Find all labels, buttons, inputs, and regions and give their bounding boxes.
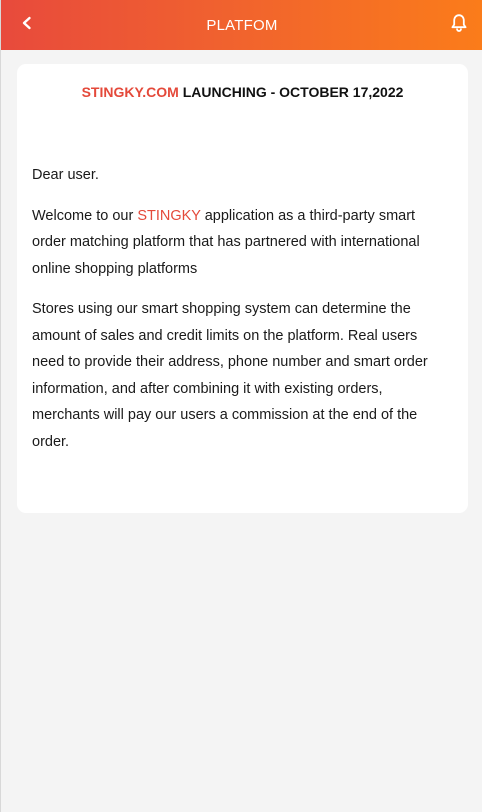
top-bar: PLATFOM	[1, 0, 482, 50]
welcome-brand: STINGKY	[137, 207, 201, 224]
page: PLATFOM STINGKY.COM LAUNCHING - OCTOBER …	[0, 0, 482, 812]
notice-card: STINGKY.COM LAUNCHING - OCTOBER 17,2022 …	[17, 64, 468, 513]
welcome-paragraph: Welcome to our STINGKY application as a …	[32, 203, 452, 283]
stores-paragraph: Stores using our smart shopping system c…	[32, 301, 428, 450]
back-button[interactable]	[15, 13, 39, 37]
page-title: PLATFOM	[206, 16, 278, 34]
notice-title-brand: STINGKY.COM	[81, 84, 179, 100]
notice-title: STINGKY.COM LAUNCHING - OCTOBER 17,2022	[17, 84, 468, 100]
notice-body: Dear user. Welcome to our STINGKY applic…	[32, 162, 452, 469]
notice-title-text: LAUNCHING - OCTOBER 17,2022	[178, 84, 404, 100]
bell-icon	[449, 13, 469, 38]
chevron-left-icon	[20, 16, 34, 35]
greeting-text: Dear user.	[32, 167, 99, 183]
notifications-button[interactable]	[447, 13, 471, 37]
welcome-prefix: Welcome to our	[32, 207, 138, 224]
